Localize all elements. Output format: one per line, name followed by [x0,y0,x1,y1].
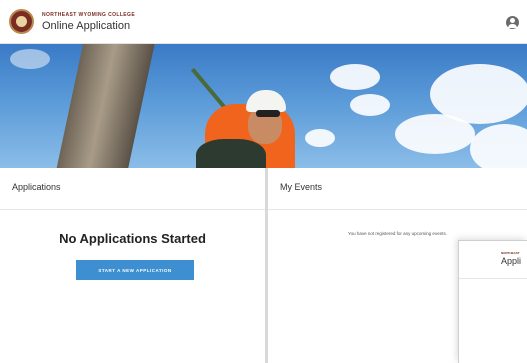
cloud-shape [350,94,390,116]
college-logo-icon [9,9,34,34]
worker-harness [196,139,266,168]
overlay-app-title: Appli [501,256,522,266]
cloud-shape [470,124,527,168]
start-new-application-button[interactable]: START A NEW APPLICATION [76,260,194,280]
no-events-message: You have not registered for any upcoming… [348,231,447,236]
no-applications-message: No Applications Started [59,231,206,246]
college-name: NORTHEAST WYOMING COLLEGE [42,12,136,18]
applications-heading: Applications [0,168,265,210]
hero-banner-image [0,44,527,168]
app-title: Online Application [42,20,131,32]
overlapping-screenshot-card: NORTHEAST Appli [458,240,527,363]
cloud-shape [305,129,335,147]
app-header: NORTHEAST WYOMING COLLEGE Online Applica… [0,0,527,44]
user-circle-icon[interactable] [506,16,519,29]
utility-pole [53,44,157,168]
applications-panel: Applications No Applications Started STA… [0,168,265,363]
cloud-shape [330,64,380,90]
overlay-college-name: NORTHEAST [501,251,520,255]
cloud-shape [10,49,50,69]
safety-glasses [256,110,280,117]
hard-hat [246,90,286,112]
cloud-shape [430,64,527,124]
events-heading: My Events [268,168,527,210]
overlay-header: NORTHEAST Appli [459,241,527,279]
